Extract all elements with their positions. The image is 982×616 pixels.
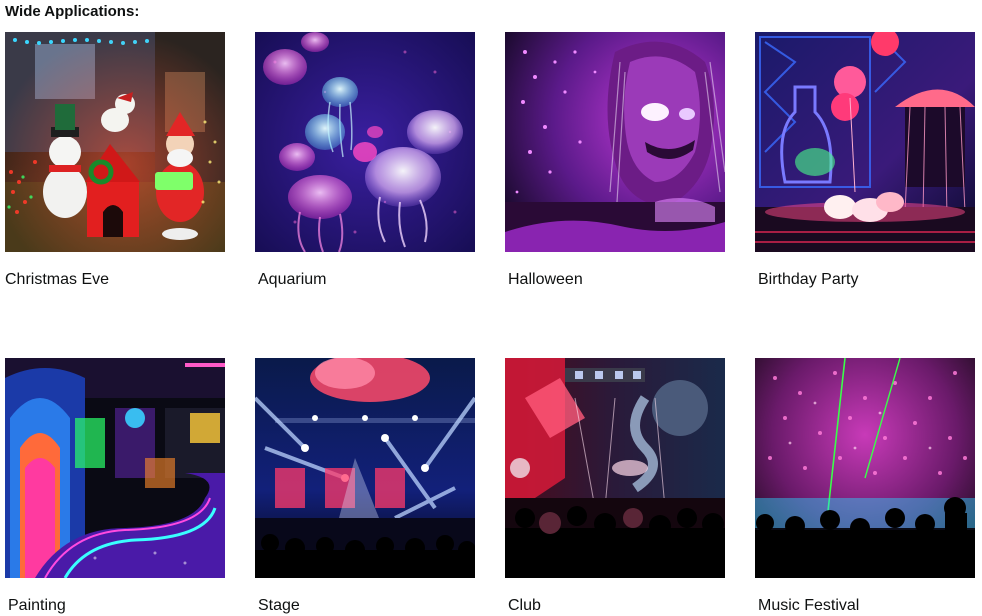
- card-label: Music Festival: [758, 597, 860, 614]
- card-label: Halloween: [508, 271, 583, 288]
- club-image[interactable]: [505, 358, 725, 578]
- application-card-painting[interactable]: Painting: [5, 358, 225, 616]
- halloween-image[interactable]: [505, 32, 725, 252]
- card-label: Aquarium: [258, 271, 327, 288]
- section-heading: Wide Applications:: [5, 3, 140, 20]
- aquarium-image[interactable]: [255, 32, 475, 252]
- birthday-party-image[interactable]: [755, 32, 975, 252]
- card-label: Painting: [8, 597, 66, 614]
- application-card-aquarium[interactable]: Aquarium: [255, 32, 475, 290]
- card-label: Stage: [258, 597, 300, 614]
- application-card-christmas-eve[interactable]: Christmas Eve: [5, 32, 225, 290]
- application-card-music-festival[interactable]: Music Festival: [755, 358, 975, 616]
- stage-image[interactable]: [255, 358, 475, 578]
- christmas-eve-image[interactable]: [5, 32, 225, 252]
- applications-grid: Christmas Eve Aquarium Halloween Birthda…: [5, 32, 975, 616]
- application-card-club[interactable]: Club: [505, 358, 725, 616]
- painting-image[interactable]: [5, 358, 225, 578]
- application-card-stage[interactable]: Stage: [255, 358, 475, 616]
- card-label: Birthday Party: [758, 271, 859, 288]
- music-festival-image[interactable]: [755, 358, 975, 578]
- application-card-birthday-party[interactable]: Birthday Party: [755, 32, 975, 290]
- card-label: Christmas Eve: [5, 271, 110, 288]
- application-card-halloween[interactable]: Halloween: [505, 32, 725, 290]
- card-label: Club: [508, 597, 541, 614]
